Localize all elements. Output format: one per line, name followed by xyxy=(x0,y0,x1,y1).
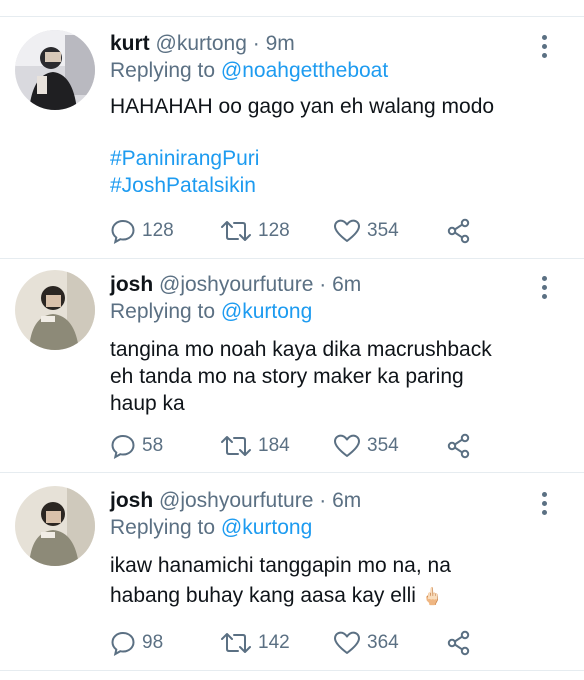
share-button[interactable] xyxy=(446,433,478,459)
hashtag-link[interactable]: #JoshPatalsikin xyxy=(110,172,550,199)
tweet-text: HAHAHAH oo gago yan eh walang modo #Pani… xyxy=(110,93,550,199)
tweet-header: josh @joshyourfuture · 6m xyxy=(110,488,361,514)
replying-prefix: Replying to xyxy=(110,59,216,82)
tweet-header: kurt @kurtong · 9m xyxy=(110,31,295,57)
reply-count: 58 xyxy=(142,435,164,456)
tweet-divider xyxy=(0,670,584,671)
share-button[interactable] xyxy=(446,218,478,244)
tweet-header: josh @joshyourfuture · 6m xyxy=(110,272,361,298)
share-icon xyxy=(447,630,470,656)
tweet-text-line: ikaw hanamichi tanggapin mo na, na xyxy=(110,554,451,577)
replying-to: Replying to @noahgettheboat xyxy=(110,58,388,84)
reply-button[interactable]: 98 xyxy=(110,630,163,656)
heart-icon xyxy=(334,631,360,654)
heart-icon xyxy=(334,434,360,457)
like-button[interactable]: 364 xyxy=(333,630,399,656)
more-vertical-icon[interactable] xyxy=(542,492,548,519)
replying-to: Replying to @kurtong xyxy=(110,515,312,541)
like-button[interactable]: 354 xyxy=(333,433,399,459)
reply-button[interactable]: 58 xyxy=(110,433,163,459)
tweet-text-line: HAHAHAH oo gago yan eh walang modo xyxy=(110,95,495,118)
like-count: 364 xyxy=(367,632,399,653)
tweet-text-line: haup ka xyxy=(110,392,185,415)
more-vertical-icon[interactable] xyxy=(542,35,548,62)
reply-bubble-icon xyxy=(111,631,135,656)
tweet-text-line: habang buhay kang aasa kay elli xyxy=(110,584,416,607)
retweet-count: 142 xyxy=(258,632,290,653)
tweet[interactable]: josh @joshyourfuture · 6m Replying to @k… xyxy=(0,472,584,672)
middle-finger-emoji: 🖕🏻 xyxy=(421,587,443,606)
replying-prefix: Replying to xyxy=(110,516,216,539)
like-count: 354 xyxy=(367,435,399,456)
tweet[interactable]: kurt @kurtong · 9m Replying to @noahgett… xyxy=(0,0,584,260)
reply-count: 128 xyxy=(142,220,174,241)
retweet-button[interactable]: 184 xyxy=(220,433,290,459)
timestamp[interactable]: 9m xyxy=(266,32,295,55)
reply-count: 98 xyxy=(142,632,164,653)
retweet-count: 184 xyxy=(258,435,290,456)
tweet-text-line: tangina mo noah kaya dika macrushback xyxy=(110,338,492,361)
share-icon xyxy=(447,433,470,459)
replying-to: Replying to @kurtong xyxy=(110,299,312,325)
separator-dot: · xyxy=(319,489,327,512)
replying-prefix: Replying to xyxy=(110,300,216,323)
retweet-count: 128 xyxy=(258,220,290,241)
avatar[interactable] xyxy=(15,30,95,110)
avatar[interactable] xyxy=(15,270,95,350)
retweet-icon xyxy=(221,221,251,241)
display-name[interactable]: josh xyxy=(110,273,153,296)
display-name[interactable]: josh xyxy=(110,489,153,512)
retweet-icon xyxy=(221,633,251,653)
user-handle[interactable]: @joshyourfuture xyxy=(159,489,313,512)
retweet-button[interactable]: 128 xyxy=(220,218,290,244)
tweet-text: tangina mo noah kaya dika macrushback eh… xyxy=(110,336,550,417)
retweet-button[interactable]: 142 xyxy=(220,630,290,656)
share-icon xyxy=(447,218,470,244)
tweet-text-line: eh tanda mo na story maker ka paring xyxy=(110,365,464,388)
display-name[interactable]: kurt xyxy=(110,32,150,55)
retweet-icon xyxy=(221,436,251,456)
tweet[interactable]: josh @joshyourfuture · 6m Replying to @k… xyxy=(0,258,584,472)
separator-dot: · xyxy=(252,32,260,55)
avatar[interactable] xyxy=(15,486,95,566)
mention-link[interactable]: @kurtong xyxy=(221,300,312,323)
more-vertical-icon[interactable] xyxy=(542,276,548,303)
share-button[interactable] xyxy=(446,630,478,656)
mention-link[interactable]: @noahgettheboat xyxy=(221,59,388,82)
mention-link[interactable]: @kurtong xyxy=(221,516,312,539)
reply-bubble-icon xyxy=(111,219,135,244)
user-handle[interactable]: @kurtong xyxy=(156,32,247,55)
hashtag-link[interactable]: #PaninirangPuri xyxy=(110,145,550,172)
user-handle[interactable]: @joshyourfuture xyxy=(159,273,313,296)
reply-button[interactable]: 128 xyxy=(110,218,174,244)
tweet-text: ikaw hanamichi tanggapin mo na, na haban… xyxy=(110,551,550,612)
separator-dot: · xyxy=(319,273,327,296)
timestamp[interactable]: 6m xyxy=(332,273,361,296)
heart-icon xyxy=(334,219,360,242)
like-count: 354 xyxy=(367,220,399,241)
reply-bubble-icon xyxy=(111,434,135,459)
timestamp[interactable]: 6m xyxy=(332,489,361,512)
like-button[interactable]: 354 xyxy=(333,218,399,244)
